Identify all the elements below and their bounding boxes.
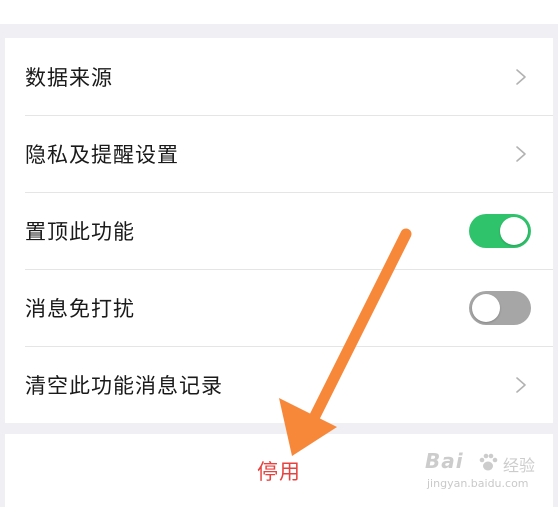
settings-row-privacy-reminder[interactable]: 隐私及提醒设置 <box>5 115 553 192</box>
settings-row-pin-top: 置顶此功能 <box>5 192 553 269</box>
settings-row-clear-history[interactable]: 清空此功能消息记录 <box>5 346 553 423</box>
watermark-logo-text: Bai <box>425 449 464 473</box>
chevron-right-icon <box>516 376 526 393</box>
settings-row-label: 消息免打扰 <box>25 296 135 321</box>
chevron-right-icon <box>516 145 526 162</box>
previous-section-card <box>0 0 558 24</box>
do-not-disturb-toggle[interactable] <box>469 290 531 325</box>
toggle-knob <box>472 293 500 322</box>
toggle-knob <box>500 216 528 245</box>
settings-row-do-not-disturb: 消息免打扰 <box>5 269 553 346</box>
settings-row-label: 置顶此功能 <box>25 219 135 244</box>
chevron-right-icon <box>516 68 526 85</box>
watermark-jingyan-text: 经验 <box>503 456 536 475</box>
settings-row-label: 数据来源 <box>25 65 113 90</box>
baidu-jingyan-watermark: Bai 经验 jingyan.baidu.com <box>425 449 545 494</box>
settings-list: 数据来源 隐私及提醒设置 置顶此功能 消息免打扰 清空此功能消息记录 <box>5 38 553 423</box>
settings-row-label: 隐私及提醒设置 <box>25 142 179 167</box>
pin-top-toggle[interactable] <box>469 213 531 248</box>
settings-row-label: 清空此功能消息记录 <box>25 373 223 398</box>
paw-icon <box>479 453 498 471</box>
settings-row-data-source[interactable]: 数据来源 <box>5 38 553 115</box>
watermark-url: jingyan.baidu.com <box>427 477 529 490</box>
